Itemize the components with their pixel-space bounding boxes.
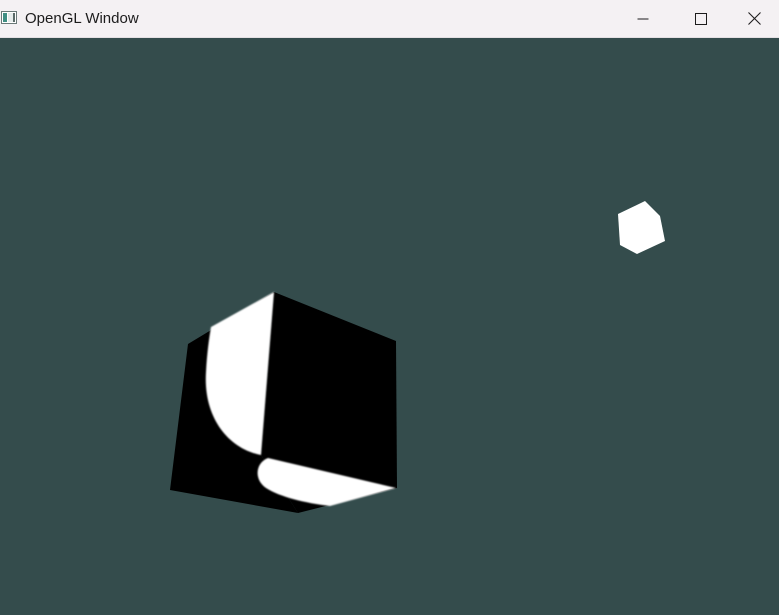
close-icon xyxy=(748,12,761,25)
scene-canvas xyxy=(170,201,665,513)
light-source-cube xyxy=(618,201,665,254)
minimize-button[interactable] xyxy=(614,0,672,37)
opengl-window: OpenGL Window xyxy=(0,0,779,615)
window-title: OpenGL Window xyxy=(25,10,139,27)
maximize-button[interactable] xyxy=(672,0,730,37)
title-bar[interactable]: OpenGL Window xyxy=(0,0,779,38)
lit-cube xyxy=(170,292,397,513)
render-viewport[interactable] xyxy=(0,38,779,615)
close-button[interactable] xyxy=(730,0,779,37)
maximize-icon xyxy=(695,12,707,25)
minimize-icon xyxy=(637,18,649,19)
app-icon xyxy=(1,11,17,24)
